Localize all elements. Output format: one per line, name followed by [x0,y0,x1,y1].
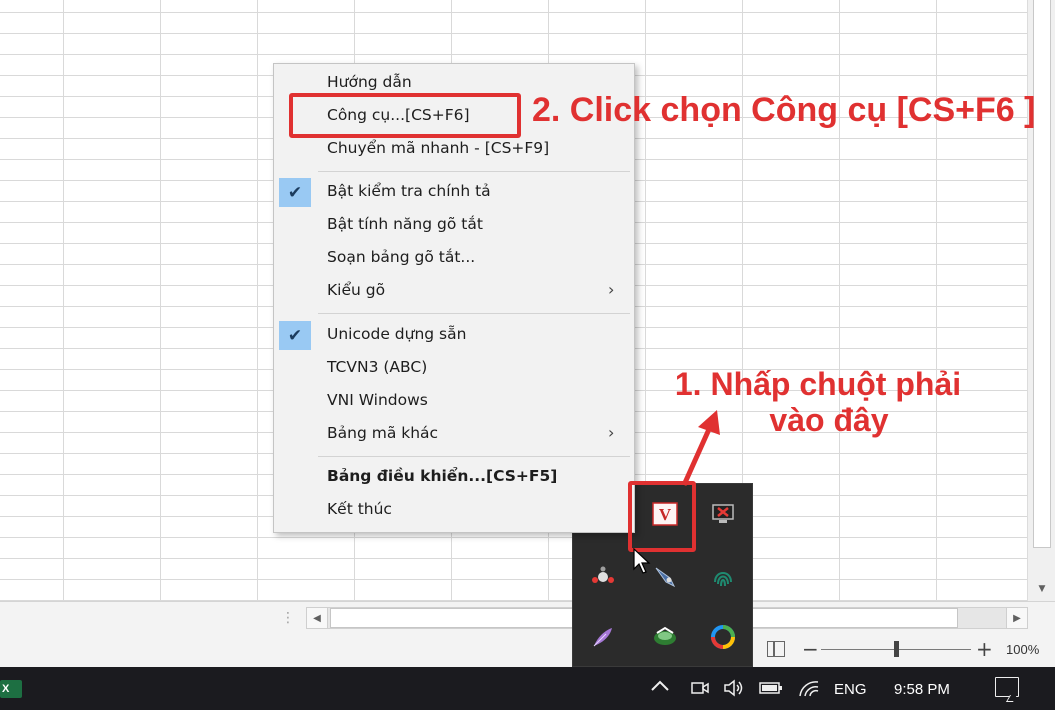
scroll-right-arrow[interactable]: ▶ [1006,607,1028,629]
splitter-grip-icon[interactable]: ⋮ [281,608,295,628]
show-hidden-icons-chevron-icon[interactable] [650,676,670,699]
excel-taskbar-icon[interactable]: X [0,680,22,698]
page-layout-view-icon[interactable] [767,641,785,657]
menu-item-macro-edit[interactable]: Soạn bảng gõ tắt... [276,242,632,275]
zoom-slider-thumb[interactable] [894,641,899,657]
input-language[interactable]: ENG [834,681,867,698]
zoom-out-button[interactable]: − [802,637,819,661]
menu-item-input-method[interactable]: Kiểu gõ › [276,275,632,308]
wifi-icon[interactable] [798,678,820,703]
network-error-icon[interactable] [703,494,743,534]
checkmark-icon: ✔ [279,178,311,207]
action-center-icon[interactable] [995,677,1019,697]
zoom-in-button[interactable]: + [976,637,993,661]
zoom-level[interactable]: 100% [1006,642,1039,657]
menu-item-unicode[interactable]: ✔ Unicode dựng sẵn [276,319,632,352]
menu-item-spell-check[interactable]: ✔ Bật kiểm tra chính tả [276,176,632,209]
submenu-arrow-icon: › [608,423,615,442]
highlight-box-unikey-icon [628,481,696,552]
menu-item-vni-windows[interactable]: VNI Windows [276,385,632,418]
speaker-icon[interactable] [722,678,746,703]
menu-item-exit[interactable]: Kết thúc [276,494,632,527]
mouse-cursor-icon [633,548,651,574]
sheet-tab-bar: ⋮ ◀ ▶ [0,601,1055,633]
annotation-step-1-line-1: 1. Nhấp chuột phải [674,366,962,402]
checkmark-icon: ✔ [279,321,311,350]
taskbar: X ENG 9:58 PM [0,667,1055,710]
vertical-scroll-thumb[interactable] [1033,0,1051,548]
taskbar-clock[interactable]: 9:58 PM [894,681,950,698]
menu-item-other-charset[interactable]: Bảng mã khác › [276,418,632,451]
highlight-box-cong-cu [289,93,521,138]
menu-item-control-panel[interactable]: Bảng điều khiển...[CS+F5] [276,461,632,494]
menu-separator [318,171,630,172]
menu-separator [318,313,630,314]
status-bar: − + 100% [0,633,1055,667]
fingerprint-icon[interactable] [703,557,743,597]
submenu-arrow-icon: › [608,280,615,299]
annotation-step-1-line-2: vào đây [769,402,889,438]
scroll-down-arrow[interactable]: ▼ [1028,578,1055,600]
webcam-icon[interactable] [690,678,710,703]
annotation-step-1: 1. Nhấp chuột phải vào đây [662,366,974,438]
battery-icon[interactable] [758,678,784,703]
menu-item-tcvn3[interactable]: TCVN3 (ABC) [276,352,632,385]
menu-separator [318,456,630,457]
rocket-app-icon[interactable] [645,557,685,597]
menu-item-macro-enable[interactable]: Bật tính năng gõ tắt [276,209,632,242]
feather-app-icon[interactable] [583,617,623,657]
scroll-left-arrow[interactable]: ◀ [306,607,328,629]
network-globe-icon[interactable] [645,617,685,657]
molecule-app-icon[interactable] [583,557,623,597]
edge-browser-icon[interactable] [703,617,743,657]
annotation-step-2: 2. Click chọn Công cụ [CS+F6 ] [532,91,1036,129]
